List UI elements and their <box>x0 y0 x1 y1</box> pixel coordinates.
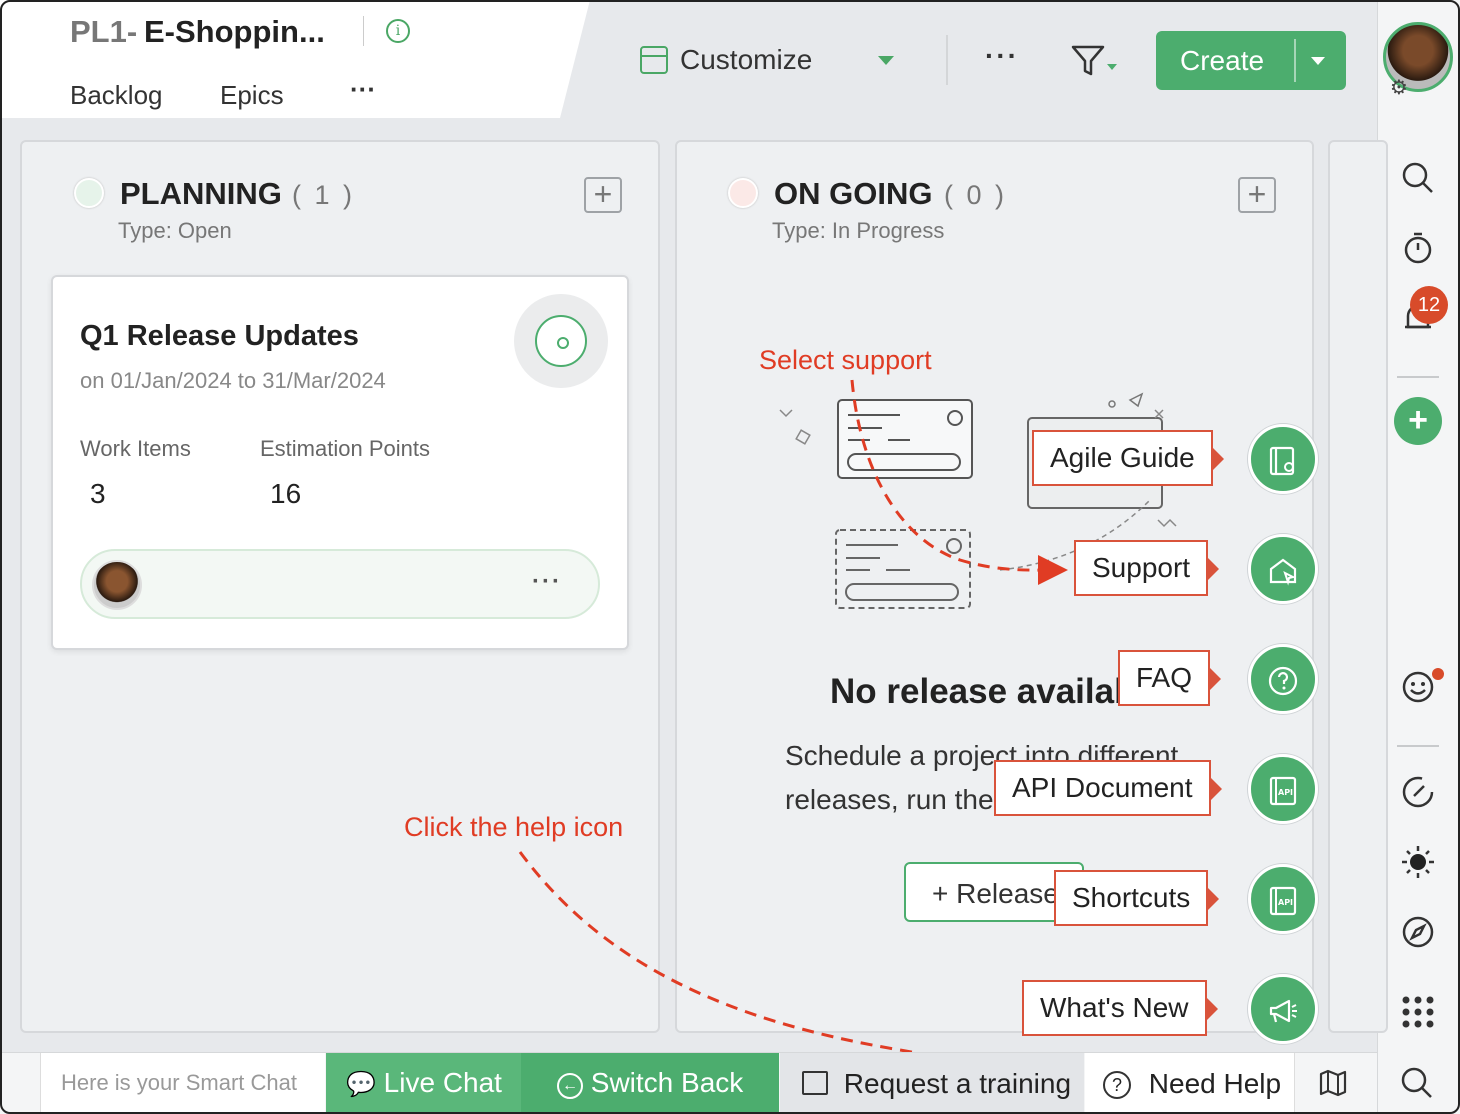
chat-icon: 💬 <box>346 1071 376 1098</box>
bottom-search-icon[interactable] <box>1400 1066 1434 1108</box>
switch-back-label: Switch Back <box>590 1067 744 1098</box>
switch-back-icon: ← <box>557 1073 583 1099</box>
need-help-button[interactable]: ? Need Help <box>1085 1053 1295 1114</box>
live-chat-button[interactable]: 💬 Live Chat <box>326 1053 521 1114</box>
request-training-label: Request a training <box>843 1068 1072 1099</box>
annotation-arrows <box>518 379 1096 1090</box>
help-question-icon: ? <box>1103 1071 1131 1099</box>
map-icon[interactable] <box>1318 1068 1348 1105</box>
need-help-label: Need Help <box>1148 1068 1282 1099</box>
training-icon <box>802 1071 828 1095</box>
live-chat-label: Live Chat <box>383 1067 502 1098</box>
smart-chat-input[interactable]: Here is your Smart Chat <box>40 1053 325 1114</box>
request-training-button[interactable]: Request a training <box>780 1053 1084 1114</box>
switch-back-button[interactable]: ← Switch Back <box>521 1053 779 1114</box>
